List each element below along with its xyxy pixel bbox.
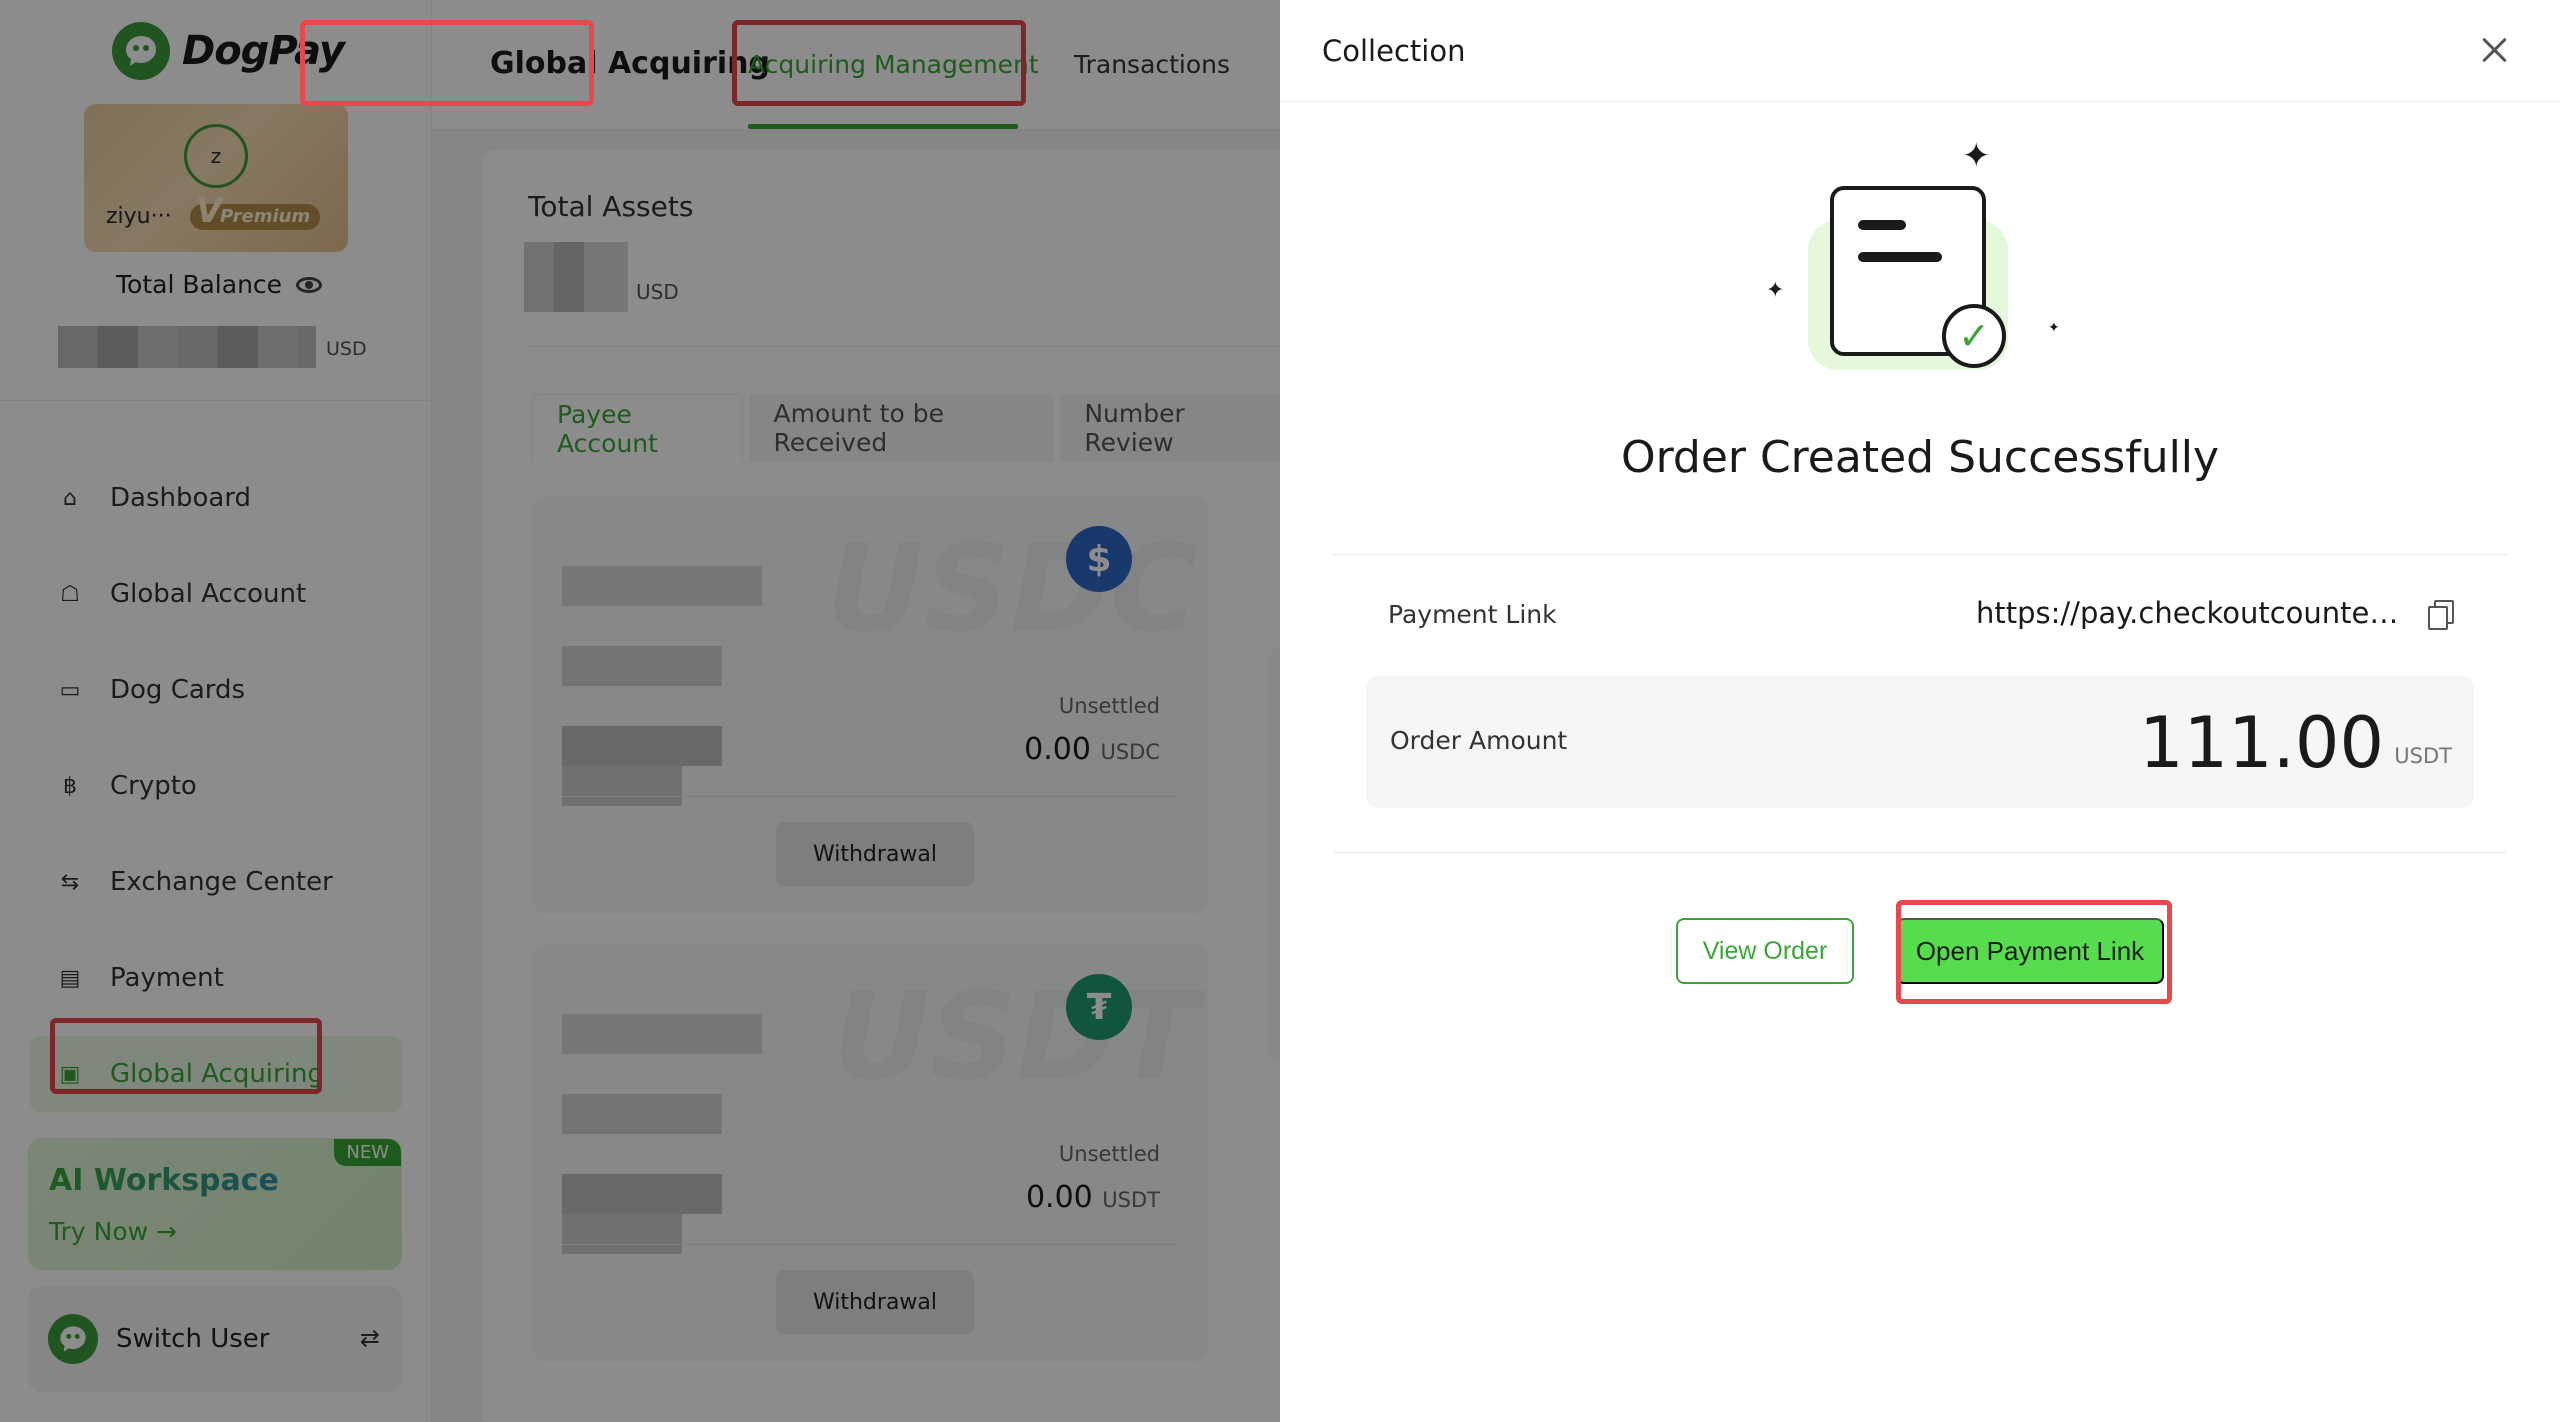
order-amount-value: 111.00: [2139, 702, 2384, 784]
payment-link-row: Payment Link https://pay.checkoutcounter…: [1388, 596, 2454, 636]
payment-link-label: Payment Link: [1388, 600, 1557, 629]
divider: [1332, 554, 2508, 555]
success-title: Order Created Successfully: [1620, 432, 2220, 483]
order-amount-box: Order Amount 111.00 USDT: [1366, 676, 2474, 808]
document-line: [1858, 252, 1942, 262]
close-icon[interactable]: [2480, 36, 2508, 64]
success-illustration: ✓ ✦ ✦ ✦: [1766, 130, 2066, 390]
order-amount-label: Order Amount: [1390, 726, 1568, 755]
order-amount-unit: USDT: [2394, 744, 2452, 768]
drawer-title: Collection: [1322, 34, 1466, 68]
drawer-header: Collection: [1280, 0, 2560, 102]
collection-drawer: Collection ✓ ✦ ✦ ✦ Order Created Success…: [1280, 0, 2560, 1422]
modal-overlay[interactable]: [0, 0, 1280, 1422]
highlight-box-tab-overlay: [300, 20, 594, 106]
sparkle-icon: ✦: [1766, 278, 1785, 303]
copy-icon[interactable]: [2426, 600, 2454, 630]
highlight-box-button: [1896, 900, 2172, 1004]
sparkle-icon: ✦: [2048, 320, 2060, 336]
payment-link-value[interactable]: https://pay.checkoutcounter.cc···: [1976, 596, 2406, 630]
document-line: [1858, 220, 1906, 230]
check-icon: ✓: [1942, 304, 2006, 368]
sparkle-icon: ✦: [1962, 136, 1991, 176]
view-order-button[interactable]: View Order: [1676, 918, 1854, 984]
divider: [1332, 852, 2508, 853]
